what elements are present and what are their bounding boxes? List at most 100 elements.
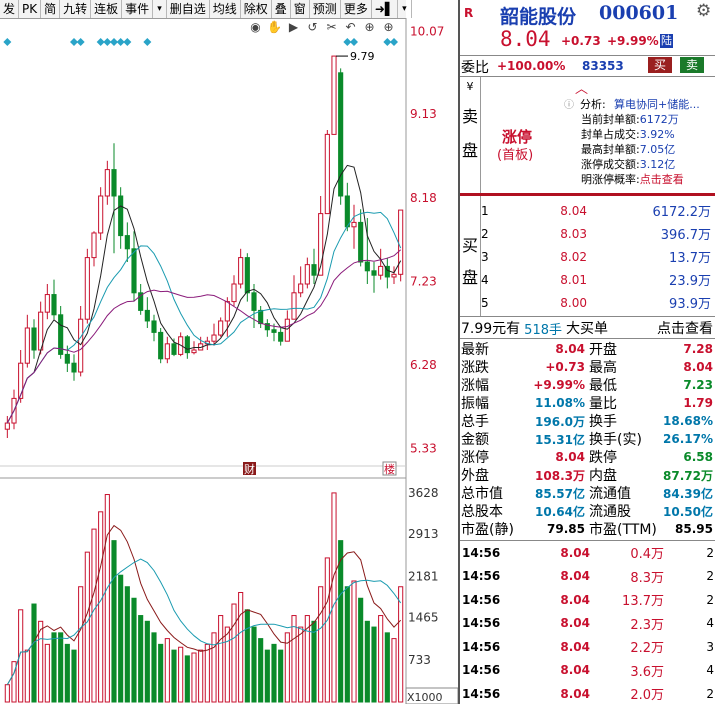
candle-body (258, 309, 264, 325)
tick-price: 8.04 (560, 569, 590, 584)
tick-count: 2 (706, 592, 714, 607)
undo-icon[interactable]: ↺ (305, 20, 320, 34)
arrow-right-icon[interactable]: ➜▌ (372, 0, 399, 18)
stat-value: 85.95 (675, 522, 713, 536)
bid-row[interactable]: 3 8.02 13.7万 (481, 245, 715, 268)
toolbar-window[interactable]: 窗 (291, 0, 310, 18)
play-icon[interactable]: ▶ (286, 20, 301, 34)
stat-label: 涨幅 (461, 378, 489, 394)
stat-label: 振幅 (461, 396, 489, 412)
kline-chart[interactable]: 10.07 9.13 8.18 7.23 6.28 5.33 3628 2913 2181 146… (0, 18, 458, 704)
sell-button[interactable]: 卖 (680, 57, 704, 73)
weibi-row: 委比 +100.00% 83353 买 卖 (460, 56, 715, 76)
bid-price: 8.04 (560, 203, 587, 218)
bid-price: 8.02 (560, 249, 587, 264)
add-icon[interactable]: ⊕ (362, 20, 377, 34)
event-diamond-icon (123, 38, 132, 46)
limit-info-list: 当前封单额:6172万 封单占成交:3.92% 最高封单额:7.05亿 涨停成交… (581, 112, 684, 187)
volume-bar (178, 646, 184, 703)
volume-bar (111, 540, 117, 703)
eye-icon[interactable]: ◉ (248, 20, 263, 34)
candle-body (331, 55, 337, 135)
quote-panel: R 韶能股份 000601 ⚙ 8.04 +0.73 +9.99% 陆 委比 +… (458, 0, 715, 704)
volume-bar (38, 620, 44, 703)
stat-label: 换手 (589, 414, 617, 430)
stat-label: 总股本 (461, 504, 503, 520)
weibi-label: 委比 (461, 60, 489, 76)
event-diamond-icon (76, 38, 85, 46)
stat-value: 196.0万 (535, 414, 585, 429)
chevron-down-icon[interactable]: ▾ (398, 0, 412, 18)
buy-button[interactable]: 买 (648, 57, 672, 73)
toolbar-fa[interactable]: 发 (0, 0, 20, 18)
stat-value: 10.64亿 (535, 504, 585, 519)
toolbar-simple[interactable]: 简 (41, 0, 61, 18)
hand-icon[interactable]: ✋ (267, 20, 282, 34)
stat-label: 总手 (461, 414, 489, 430)
toolbar-ma[interactable]: 均线 (210, 0, 241, 18)
price-tick-label: 6.28 (410, 358, 437, 372)
bid-row[interactable]: 1 8.04 6172.2万 (481, 199, 715, 222)
tick-volume: 0.4万 (630, 547, 664, 563)
limit-info-value: 7.05亿 (639, 143, 676, 156)
volume-bar (51, 632, 57, 703)
sell-side-block: ¥ 卖 盘 ︿ ⓘ 分析: 算电协同+储能... 涨停 (首板) 当前封单额:6… (460, 77, 715, 193)
volume-bar (104, 494, 110, 703)
candle-body (391, 273, 397, 278)
weicha-value: 83353 (582, 59, 624, 73)
bid-volume: 396.7万 (660, 228, 711, 243)
volume-bar (64, 643, 70, 703)
volume-tick-label: 2181 (408, 569, 439, 583)
add-icon[interactable]: ⊕ (381, 20, 396, 34)
volume-bar (338, 540, 344, 703)
toolbar-events[interactable]: 事件 (122, 0, 154, 18)
chevron-up-icon[interactable]: ︿ (575, 78, 588, 97)
volume-bar (291, 615, 297, 703)
scissors-icon[interactable]: ✂ (324, 20, 339, 34)
bid-level: 1 (481, 203, 489, 218)
limit-up-prob-link[interactable]: 点击查看 (640, 173, 684, 186)
volume-bar (24, 649, 30, 703)
volume-bar (298, 626, 304, 703)
bid-row[interactable]: 5 8.00 93.9万 (481, 291, 715, 314)
toolbar-pk[interactable]: PK (19, 0, 42, 18)
big-buy-volume: 518手 (524, 322, 562, 338)
volume-bar (58, 632, 64, 703)
buy-label: 买 (461, 236, 478, 255)
tick-row: 14:56 8.04 2.3万 4 (460, 612, 715, 636)
toolbar-remove-watchlist[interactable]: 删自选 (167, 0, 210, 18)
info-icon: ⓘ (564, 100, 574, 111)
tick-price: 8.04 (560, 592, 590, 607)
candle-body (31, 327, 37, 351)
toolbar-lianban[interactable]: 连板 (91, 0, 123, 18)
volume-bar (184, 655, 190, 703)
toolbar-adjust[interactable]: 除权 (241, 0, 272, 18)
bid-row[interactable]: 4 8.01 23.9万 (481, 268, 715, 291)
big-buy-link[interactable]: 点击查看 (657, 318, 713, 338)
stat-value: 15.31亿 (535, 432, 585, 447)
stat-value: 8.04 (555, 450, 585, 464)
toolbar-more[interactable]: 更多 (341, 0, 372, 18)
candle-body (291, 292, 297, 320)
candle-body (104, 169, 110, 197)
stat-value: +0.73 (545, 360, 585, 374)
tick-row: 14:56 8.04 2.2万 3 (460, 635, 715, 659)
chevron-down-icon[interactable]: ▾ (153, 0, 167, 18)
toolbar-overlay[interactable]: 叠 (272, 0, 291, 18)
candle-body (71, 362, 77, 373)
event-diamond-icon (143, 38, 152, 46)
tick-time: 14:56 (462, 569, 501, 584)
limit-info-key: 当前封单额: (581, 113, 640, 126)
volume-bar (324, 557, 330, 703)
gear-icon[interactable]: ⚙ (696, 1, 711, 21)
toolbar-forecast[interactable]: 预测 (310, 0, 341, 18)
bid-row[interactable]: 2 8.03 396.7万 (481, 222, 715, 245)
volume-bar (4, 684, 10, 703)
stats-row: 总股本 10.64亿 流通股 10.50亿 (460, 502, 715, 520)
quote-header: R 韶能股份 000601 ⚙ 8.04 +0.73 +9.99% 陆 (460, 0, 715, 55)
toolbar-jiuzhuan[interactable]: 九转 (60, 0, 92, 18)
undo-icon[interactable]: ↶ (343, 20, 358, 34)
stat-value: 7.23 (683, 378, 713, 392)
tick-price: 8.04 (560, 639, 590, 654)
analysis-value[interactable]: 算电协同+储能... (614, 96, 700, 112)
